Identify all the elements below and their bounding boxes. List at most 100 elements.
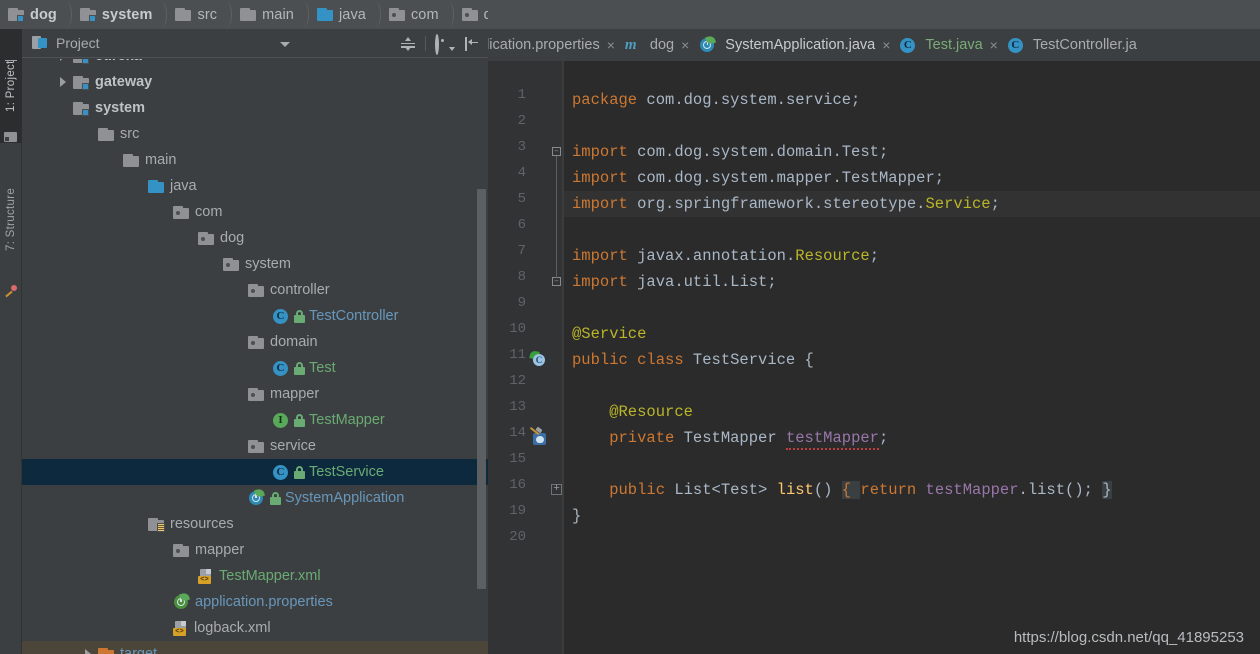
java-class-icon: C: [273, 308, 288, 324]
breadcrumb-item-com[interactable]: com: [380, 0, 443, 29]
tree-row-mapper[interactable]: mapper: [22, 537, 488, 563]
java-class-icon: C: [1007, 37, 1023, 53]
tree-row-service[interactable]: service: [22, 433, 488, 459]
code-token: import: [572, 247, 638, 265]
tree-twisty-open-icon[interactable]: [157, 206, 170, 219]
close-icon[interactable]: ×: [681, 38, 689, 52]
breadcrumb-item-src[interactable]: src: [167, 0, 222, 29]
tree-row-test[interactable]: C Test: [22, 355, 488, 381]
source-folder-icon: [316, 8, 333, 21]
tree-row-testcontroller[interactable]: C TestController: [22, 303, 488, 329]
tree-row-target[interactable]: target: [22, 641, 488, 654]
tree-row-testmapper-xml[interactable]: <> TestMapper.xml: [22, 563, 488, 589]
tree-twisty-open-icon[interactable]: [107, 154, 120, 167]
tree-twisty-closed-icon[interactable]: [57, 59, 70, 63]
tool-button-structure[interactable]: 7: Structure: [0, 159, 22, 279]
project-tree[interactable]: eurekagatewaysystemsrcmainjavacomdogsyst…: [22, 59, 488, 654]
breadcrumb-item-label: system: [101, 6, 153, 23]
folder-icon: [123, 153, 139, 167]
code-line: import com.dog.system.mapper.TestMapper;: [572, 165, 944, 191]
close-icon[interactable]: ×: [882, 38, 890, 52]
target-folder-icon: [98, 647, 114, 654]
tree-twisty-open-icon[interactable]: [57, 102, 70, 115]
tool-button-project[interactable]: 1: Project: [0, 29, 22, 143]
project-tool-window: Project eureka gateway system srcmain java co…: [22, 29, 488, 654]
code-content[interactable]: package com.dog.system.service; import co…: [564, 61, 1260, 654]
tree-twisty-open-icon[interactable]: [207, 258, 220, 271]
breadcrumb-item-main[interactable]: main: [232, 0, 298, 29]
collapse-all-icon[interactable]: [400, 36, 416, 52]
chevron-down-icon[interactable]: [280, 42, 290, 47]
editor-gutter[interactable]: 1 2 3 4 5 6 7 8 9 10 11 12 13 14 15 16 19 20– – + C: [488, 61, 564, 654]
editor-tab-plication-properties[interactable]: plication.properties ×: [488, 29, 621, 61]
tree-row-controller[interactable]: controller: [22, 277, 488, 303]
tree-twisty-open-icon[interactable]: [232, 388, 245, 401]
tree-twisty-open-icon[interactable]: [232, 336, 245, 349]
gear-icon[interactable]: [435, 33, 455, 55]
fold-minus-icon[interactable]: –: [552, 147, 561, 156]
spring-bean-class-icon[interactable]: C: [529, 350, 547, 367]
tree-twisty-open-icon[interactable]: [157, 544, 170, 557]
tree-row-testmapper[interactable]: I TestMapper: [22, 407, 488, 433]
close-icon[interactable]: ×: [607, 38, 615, 52]
tree-twisty-open-icon[interactable]: [232, 284, 245, 297]
tree-row-main[interactable]: main: [22, 147, 488, 173]
breadcrumb-item-dog[interactable]: dog: [0, 0, 61, 29]
fold-plus-icon[interactable]: +: [551, 484, 562, 495]
line-number: 8: [517, 269, 526, 285]
hide-panel-icon[interactable]: [464, 36, 480, 52]
breadcrumb-item-system[interactable]: system: [71, 0, 157, 29]
tree-row-com[interactable]: com: [22, 199, 488, 225]
fold-minus-icon[interactable]: –: [552, 277, 561, 286]
tree-twisty-open-icon[interactable]: [132, 518, 145, 531]
line-number: 9: [517, 295, 526, 311]
tree-row-systemapplication[interactable]: SystemApplication: [22, 485, 488, 511]
tree-row-gateway[interactable]: gateway: [22, 69, 488, 95]
tree-row-logback-xml[interactable]: <> logback.xml: [22, 615, 488, 641]
editor-tab-systemapplication-java[interactable]: SystemApplication.java ×: [695, 29, 896, 61]
code-token: @Service: [572, 325, 647, 343]
tree-row-system[interactable]: system: [22, 95, 488, 121]
tree-row-src[interactable]: src: [22, 121, 488, 147]
tree-twisty-closed-icon[interactable]: [82, 648, 95, 654]
tree-twisty-open-icon[interactable]: [132, 180, 145, 193]
editor-tab-dog[interactable]: m dog ×: [621, 29, 695, 61]
tree-row-resources[interactable]: resources: [22, 511, 488, 537]
line-number: 6: [517, 217, 526, 233]
editor-tab-testcontroller-ja[interactable]: C TestController.ja: [1004, 29, 1143, 61]
tree-row-system[interactable]: system: [22, 251, 488, 277]
code-token: javax.annotation.: [637, 247, 796, 265]
breadcrumb-item-java[interactable]: java: [308, 0, 370, 29]
folder-icon: [175, 8, 192, 21]
code-token: public class: [572, 351, 693, 369]
tree-row-application-properties[interactable]: application.properties: [22, 589, 488, 615]
code-editor[interactable]: 1 2 3 4 5 6 7 8 9 10 11 12 13 14 15 16 19 20– – + C package …: [488, 61, 1260, 654]
code-token: {: [841, 481, 861, 499]
line-number: 11: [509, 347, 526, 363]
tree-row-eureka[interactable]: eureka: [22, 59, 488, 69]
tree-row-testservice[interactable]: C TestService: [22, 459, 488, 485]
tree-twisty-closed-icon[interactable]: [57, 76, 70, 89]
tree-row-domain[interactable]: domain: [22, 329, 488, 355]
tree-row-label: Test: [309, 360, 336, 376]
tree-twisty-open-icon[interactable]: [182, 232, 195, 245]
tree-row-label: SystemApplication: [285, 490, 405, 506]
tree-row-java[interactable]: java: [22, 173, 488, 199]
code-token: package: [572, 91, 647, 109]
editor-tab-test-java[interactable]: C Test.java ×: [896, 29, 1003, 61]
tree-twisty-open-icon[interactable]: [82, 128, 95, 141]
tree-row-label: java: [170, 178, 197, 194]
spring-autowired-bean-icon[interactable]: [529, 426, 548, 446]
tree-twisty-open-icon[interactable]: [232, 440, 245, 453]
structure-tool-icon: [3, 284, 19, 300]
code-line: public List<Test> list() { return testMa…: [572, 477, 1112, 503]
tree-row-label: logback.xml: [194, 620, 271, 636]
fold-region-line: [556, 156, 557, 278]
editor-tab-label: SystemApplication.java: [725, 37, 876, 53]
close-icon[interactable]: ×: [990, 38, 998, 52]
code-token: com.dog.system.domain.Test;: [637, 143, 889, 161]
code-token: ;: [878, 429, 889, 447]
tree-row-dog[interactable]: dog: [22, 225, 488, 251]
project-tree-scrollbar[interactable]: [477, 189, 486, 589]
tree-row-mapper[interactable]: mapper: [22, 381, 488, 407]
